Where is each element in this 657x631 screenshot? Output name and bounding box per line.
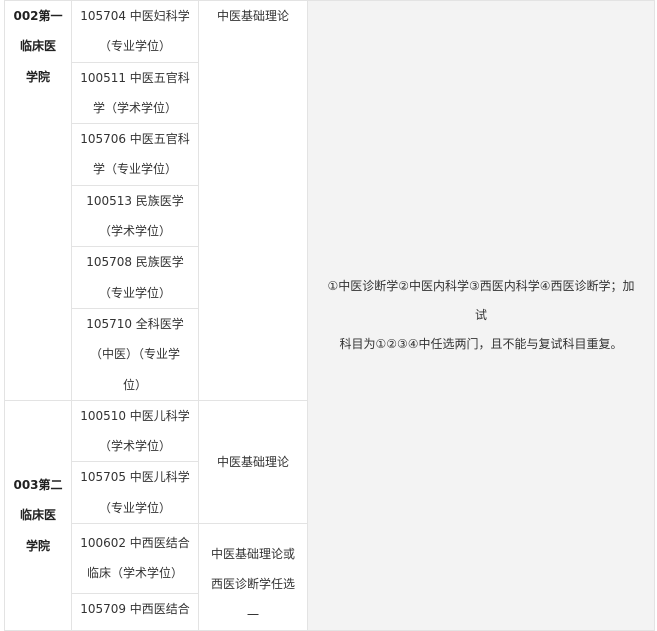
extra-exam-cell: ①中医诊断学②中医内科学③西医内科学④西医诊断学；加试 科目为①②③④中任选两门… (307, 0, 655, 631)
major-name: 100510 中医儿科学 (80, 408, 190, 423)
school-name-line: 学院 (25, 538, 50, 553)
major-name: 100602 中西医结合 (80, 536, 190, 551)
exam-subjects-table: 002第一 临床医 学院 105704 中医妇科学 （专业学位） 中医基础理论 … (4, 0, 655, 631)
major-name: 100513 民族医学 (86, 193, 184, 208)
major-degree: 学（专业学位） (92, 162, 177, 177)
major-degree: （学术学位） (98, 439, 171, 454)
major-name: 105704 中医妇科学 (80, 9, 190, 23)
major-name: 105705 中医儿科学 (80, 470, 190, 485)
school-cell-003: 003第二 临床医 学院 (4, 399, 72, 631)
retest-subject-cell: 中医基础理论 (198, 399, 308, 525)
major-cell: 105706 中医五官科 学（专业学位） (71, 123, 199, 186)
major-cell: 105708 民族医学 （专业学位） (71, 246, 199, 309)
school-name-line: 临床医 (19, 508, 56, 523)
extra-exam-line: ①中医诊断学②中医内科学③西医内科学④西医诊断学；加试 (327, 278, 635, 322)
major-cell: 100513 民族医学 （学术学位） (71, 184, 199, 248)
major-cell: 100511 中医五官科 学（学术学位） (71, 61, 199, 125)
major-degree: （专业学位） (98, 285, 171, 300)
major-name: 105706 中医五官科 (80, 132, 190, 147)
school-cell-002: 002第一 临床医 学院 (4, 0, 72, 401)
retest-subject-cell: 中医基础理论 (198, 0, 308, 401)
retest-subject: 中医基础理论 (216, 454, 289, 469)
school-name-line: 002第一 (13, 9, 63, 23)
major-degree: 位） (122, 377, 147, 392)
major-cell: 105704 中医妇科学 （专业学位） (71, 0, 199, 63)
major-cell: 105705 中医儿科学 （专业学位） (71, 461, 199, 525)
major-name: 105709 中西医结合 (80, 601, 190, 616)
major-name: 100511 中医五官科 (80, 70, 190, 85)
major-name: 105708 民族医学 (86, 255, 184, 270)
major-degree: （学术学位） (98, 224, 171, 239)
school-name-line: 学院 (25, 69, 50, 84)
retest-subject: 西医诊断学任选 (210, 577, 295, 592)
retest-subject: 一 (246, 607, 259, 622)
major-degree: 学（学术学位） (92, 100, 177, 115)
school-name-line: 003第二 (13, 477, 63, 492)
extra-exam-line: 科目为①②③④中任选两门，且不能与复试科目重复。 (339, 336, 623, 351)
major-cell: 105709 中西医结合 (71, 592, 199, 631)
major-degree: （专业学位） (98, 500, 171, 515)
retest-subject: 中医基础理论 (216, 9, 289, 23)
major-cell: 100602 中西医结合 临床（学术学位） (71, 523, 199, 594)
major-degree: 临床（学术学位） (86, 566, 183, 581)
school-name-line: 临床医 (19, 39, 56, 54)
major-cell: 105710 全科医学 （中医）（专业学 位） (71, 307, 199, 401)
table-row: 002第一 临床医 学院 105704 中医妇科学 （专业学位） 中医基础理论 … (4, 0, 655, 631)
major-cell: 100510 中医儿科学 （学术学位） (71, 399, 199, 463)
major-degree: （中医）（专业学 (89, 347, 180, 362)
major-degree: （专业学位） (98, 39, 171, 54)
retest-subject: 中医基础理论或 (210, 547, 295, 562)
major-name: 105710 全科医学 (86, 316, 184, 331)
retest-subject-cell: 中医基础理论或 西医诊断学任选 一 (198, 523, 308, 631)
